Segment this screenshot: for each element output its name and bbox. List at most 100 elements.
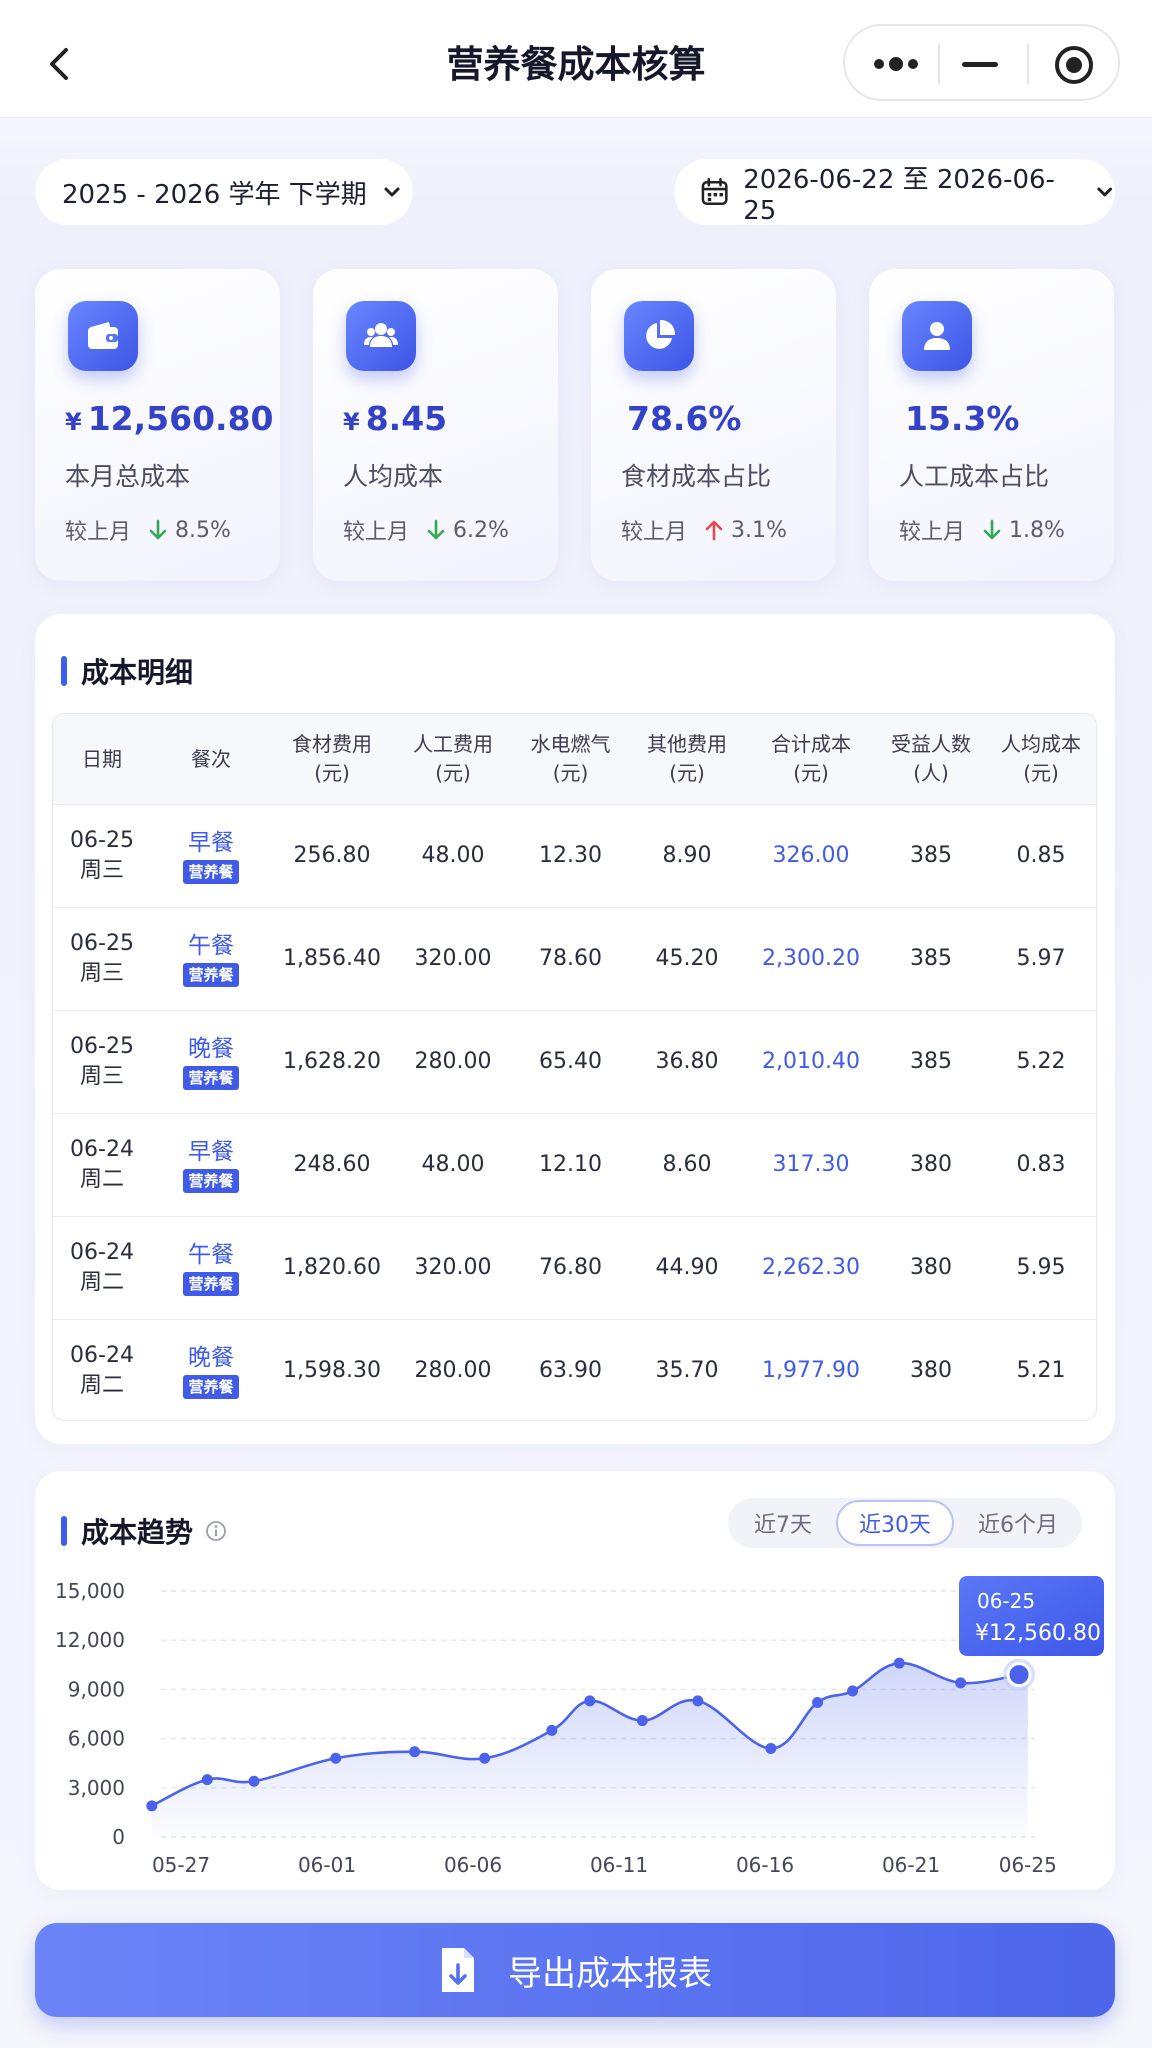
minimize-icon[interactable] <box>962 62 998 67</box>
capsule-divider <box>1027 44 1029 84</box>
header-cell: 水电燃气 (元) <box>530 732 611 785</box>
food-cell: 1,628.20 <box>283 1049 381 1074</box>
total-cell: 2,262.30 <box>762 1255 860 1280</box>
meal-tag: 营养餐 <box>183 1065 239 1090</box>
info-icon[interactable] <box>205 1520 227 1542</box>
nav-bar: 营养餐成本核算 <box>0 0 1152 118</box>
x-tick-label: 06-16 <box>736 1853 794 1877</box>
stat-card-labor-ratio[interactable]: 15.3% 人工成本占比 较上月 1.8% <box>869 269 1114 581</box>
more-options-icon[interactable] <box>871 54 921 74</box>
close-target-icon[interactable] <box>1053 44 1095 86</box>
arrow-up-icon <box>705 520 723 541</box>
people-cell: 380 <box>910 1152 952 1177</box>
date-range-selector[interactable]: 2026-06-22 至 2026-06-25 <box>674 159 1115 226</box>
export-report-button[interactable]: 导出成本报表 <box>35 1923 1115 2017</box>
meal-cell: 午餐 营养餐 <box>151 1217 271 1319</box>
stat-card-total-cost[interactable]: ¥12,560.80 本月总成本 较上月 8.5% <box>35 269 280 581</box>
x-tick-label: 06-25 <box>999 1853 1057 1877</box>
meal-name: 晚餐 <box>187 1035 234 1062</box>
meal-cell: 晚餐 营养餐 <box>151 1011 271 1113</box>
utility-cell: 63.90 <box>539 1358 602 1383</box>
x-tick-label: 05-27 <box>152 1853 210 1877</box>
meal-name: 早餐 <box>187 1138 234 1165</box>
date-cell: 06-24 周二 <box>53 1320 151 1420</box>
cost-detail-panel: 成本明细 日期 餐次 食材费用 (元) 人工费用 (元) 水电燃气 (元) 其他费用(… <box>35 614 1115 1444</box>
total-cell: 317.30 <box>772 1152 850 1177</box>
table-row[interactable]: 06-25 周三 早餐 营养餐 256.80 48.00 12.30 8.90 326.00 38… <box>53 804 1096 907</box>
stat-value: 78.6% <box>627 399 742 438</box>
table-row[interactable]: 06-25 周三 晚餐 营养餐 1,628.20 280.00 65.40 36.80 2,01… <box>53 1010 1096 1113</box>
data-point <box>847 1685 859 1697</box>
weekday-text: 周二 <box>79 1373 124 1398</box>
date-text: 06-24 <box>70 1343 134 1368</box>
term-selector[interactable]: 2025 - 2026 学年 下学期 <box>35 159 413 225</box>
weekday-text: 周二 <box>79 1270 124 1295</box>
range-option-7d[interactable]: 近7天 <box>728 1498 838 1548</box>
compare-change: 1.8% <box>1009 517 1065 543</box>
food-cell: 256.80 <box>293 843 371 868</box>
weekday-text: 周三 <box>79 1064 124 1089</box>
meal-tag: 营养餐 <box>183 1271 239 1296</box>
stat-value: 8.45 <box>365 399 448 438</box>
table-row[interactable]: 06-25 周三 午餐 营养餐 1,856.40 320.00 78.60 45.20 2,30… <box>53 907 1096 1010</box>
date-cell: 06-25 周三 <box>53 1011 151 1113</box>
table-row[interactable]: 06-24 周二 午餐 营养餐 1,820.60 320.00 76.80 44.90 2,26… <box>53 1216 1096 1319</box>
stat-label: 人工成本占比 <box>899 462 1050 491</box>
other-cell: 35.70 <box>655 1358 719 1383</box>
meal-cell: 晚餐 营养餐 <box>151 1320 271 1420</box>
table-row[interactable]: 06-24 周二 晚餐 营养餐 1,598.30 280.00 63.90 35.70 1,97… <box>53 1319 1096 1420</box>
chevron-down-icon <box>1096 187 1112 197</box>
food-cell: 1,856.40 <box>283 946 381 971</box>
y-tick-label: 6,000 <box>68 1727 125 1751</box>
date-text: 06-25 <box>70 1034 134 1059</box>
utility-cell: 65.40 <box>539 1049 602 1074</box>
meal-cell: 午餐 营养餐 <box>151 908 271 1010</box>
meal-tag: 营养餐 <box>183 962 239 987</box>
avg-cell: 0.85 <box>1016 843 1066 868</box>
stat-value: 15.3% <box>905 399 1020 438</box>
wallet-icon <box>88 322 118 349</box>
food-cell: 1,598.30 <box>283 1358 381 1383</box>
compare-change: 6.2% <box>453 517 509 543</box>
compare-change: 8.5% <box>175 517 231 543</box>
meal-name: 午餐 <box>187 932 234 959</box>
data-point-highlight <box>1006 1662 1032 1688</box>
range-option-30d[interactable]: 近30天 <box>836 1500 954 1546</box>
file-download-icon <box>442 1948 474 1992</box>
avg-cell: 5.97 <box>1016 946 1066 971</box>
other-cell: 44.90 <box>655 1255 719 1280</box>
arrow-down-icon <box>149 519 167 540</box>
labor-cell: 320.00 <box>414 946 492 971</box>
table-row[interactable]: 06-24 周二 早餐 营养餐 248.60 48.00 12.10 8.60 317.30 38… <box>53 1113 1096 1216</box>
header-cell: 人工费用 (元) <box>413 732 493 785</box>
data-point <box>146 1800 158 1812</box>
header-cell: 食材费用 (元) <box>292 732 372 785</box>
currency-symbol: ¥ <box>343 408 360 436</box>
stat-card-avg-cost[interactable]: ¥8.45 人均成本 较上月 6.2% <box>313 269 558 581</box>
term-value: 2025 - 2026 学年 下学期 <box>62 179 367 210</box>
compare-label: 较上月 <box>621 520 688 545</box>
section-title: 成本明细 <box>81 656 194 689</box>
total-cell: 326.00 <box>772 843 850 868</box>
data-point <box>955 1677 967 1689</box>
other-cell: 8.90 <box>662 843 712 868</box>
y-tick-label: 0 <box>112 1825 125 1849</box>
meal-name: 晚餐 <box>187 1344 234 1371</box>
date-cell: 06-24 周二 <box>53 1217 151 1319</box>
cost-detail-table: 日期 餐次 食材费用 (元) 人工费用 (元) 水电燃气 (元) 其他费用 (元) 合计… <box>52 713 1097 1421</box>
data-point <box>409 1746 421 1758</box>
calendar-icon <box>701 178 728 205</box>
labor-cell: 48.00 <box>421 843 485 868</box>
currency-symbol: ¥ <box>65 408 82 436</box>
table-header: 日期 餐次 食材费用 (元) 人工费用 (元) 水电燃气 (元) 其他费用 (元) 合计… <box>53 714 1096 804</box>
range-segmented-control: 近7天 近30天 近6个月 <box>728 1498 1082 1548</box>
labor-cell: 280.00 <box>414 1049 492 1074</box>
data-point <box>201 1774 213 1786</box>
meal-cell: 早餐 营养餐 <box>151 1114 271 1216</box>
meal-tag: 营养餐 <box>183 1374 239 1399</box>
date-text: 06-25 <box>70 828 134 853</box>
stat-card-food-ratio[interactable]: 78.6% 食材成本占比 较上月 3.1% <box>591 269 836 581</box>
data-point <box>330 1752 342 1764</box>
range-option-6m[interactable]: 近6个月 <box>954 1498 1082 1548</box>
data-point <box>893 1657 905 1669</box>
